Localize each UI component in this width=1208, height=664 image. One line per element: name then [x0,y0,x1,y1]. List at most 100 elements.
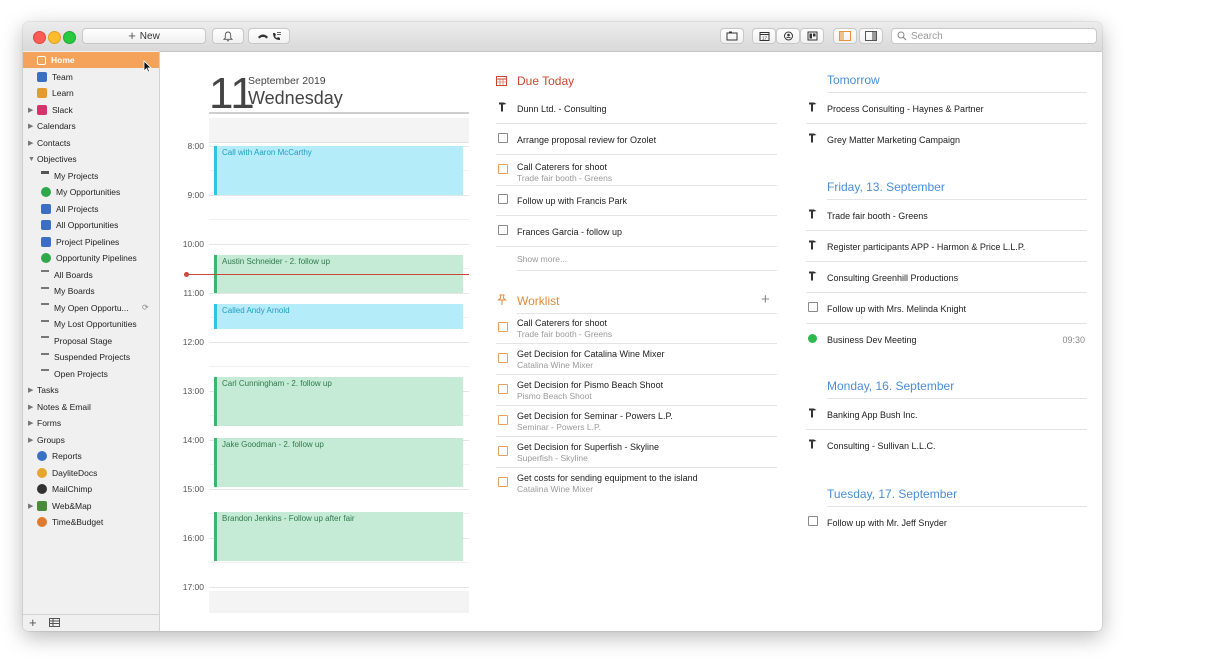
sidebar-item-objectives[interactable]: ▼ Objectives [23,151,159,167]
notifications-button[interactable] [212,28,244,44]
objectives-view-button[interactable] [800,28,824,44]
sidebar-item-home[interactable]: Home [23,52,159,68]
task-checkbox[interactable] [498,477,508,487]
disclosure-closed-icon[interactable]: ▶ [28,106,33,114]
task-checkbox[interactable] [498,194,508,204]
task-checkbox[interactable] [808,302,818,312]
sidebar-item-contacts[interactable]: ▶ Contacts [23,135,159,151]
sidebar-item-forms[interactable]: ▶ Forms [23,415,159,431]
task-checkbox[interactable] [498,133,508,143]
upcoming-item-row[interactable]: Follow up with Mr. Jeff Snyder [806,507,1087,538]
worklist-task-row[interactable]: Call Caterers for shoot Trade fair booth … [496,313,777,344]
zoom-window-button[interactable] [63,31,76,44]
upcoming-item-row[interactable]: Consulting Greenhill Productions [806,262,1087,293]
sidebar-item-learn[interactable]: Learn [23,85,159,101]
toggle-inspector-button[interactable] [859,28,883,44]
task-checkbox[interactable] [498,225,508,235]
search-field[interactable]: Search [891,28,1097,44]
upcoming-item-row[interactable]: Banking App Bush Inc. [806,399,1087,430]
table-view-icon[interactable] [49,618,60,627]
sidebar-item-reports[interactable]: Reports [23,448,159,464]
show-more-link[interactable]: Show more... [517,254,567,264]
due-task-row[interactable]: Follow up with Francis Park [496,185,777,216]
call-event[interactable]: Call with Aaron McCarthy [214,146,463,195]
calendar-view-button[interactable]: 17 [752,28,776,44]
meeting-event[interactable]: Brandon Jenkins - Follow up after fair [214,512,463,561]
call-event[interactable]: Called Andy Arnold [214,304,463,329]
sidebar-item-label: Web&Map [52,500,92,511]
due-today-bottom-divider [517,270,777,271]
upcoming-item-row[interactable]: Grey Matter Marketing Campaign [806,124,1087,155]
item-title: Follow up with Mr. Jeff Snyder [827,518,947,528]
sidebar-item-all-boards[interactable]: All Boards [23,267,159,283]
sidebar-item-opportunity-pipelines[interactable]: Opportunity Pipelines [23,250,159,266]
worklist-add-button[interactable]: + [761,291,770,308]
contacts-view-button[interactable] [776,28,800,44]
sidebar-item-project-pipelines[interactable]: Project Pipelines [23,234,159,250]
task-checkbox[interactable] [498,415,508,425]
task-checkbox[interactable] [498,353,508,363]
sidebar-item-daylitedocs[interactable]: DayliteDocs [23,465,159,481]
sidebar-item-slack[interactable]: ▶ Slack [23,102,159,118]
meeting-event[interactable]: Jake Goodman - 2. follow up [214,438,463,487]
upcoming-item-row[interactable]: Business Dev Meeting 09:30 [806,324,1087,355]
due-task-row[interactable]: Call Caterers for shoot Trade fair booth … [496,155,777,186]
phone-button[interactable] [248,28,290,44]
disclosure-closed-icon[interactable]: ▶ [28,419,33,427]
disclosure-closed-icon[interactable]: ▶ [28,436,33,444]
sidebar-item-notes-email[interactable]: ▶ Notes & Email [23,399,159,415]
toolbar-action-button[interactable] [720,28,744,44]
sidebar-item-label: All Projects [56,203,99,214]
due-task-row[interactable]: Dunn Ltd. - Consulting [496,93,777,124]
task-checkbox[interactable] [498,446,508,456]
worklist-task-row[interactable]: Get Decision for Seminar - Powers L.P. Se… [496,406,777,437]
sidebar-item-groups[interactable]: ▶ Groups [23,432,159,448]
worklist-task-row[interactable]: Get Decision for Pismo Beach Shoot Pismo … [496,375,777,406]
sidebar-item-time-budget[interactable]: Time&Budget [23,514,159,530]
task-checkbox[interactable] [498,384,508,394]
sidebar-item-suspended-projects[interactable]: Suspended Projects [23,349,159,365]
upcoming-item-row[interactable]: Consulting - Sullivan L.L.C. [806,430,1087,461]
add-list-button[interactable]: + [29,615,37,630]
disclosure-closed-icon[interactable]: ▶ [28,122,33,130]
disclosure-open-icon[interactable]: ▼ [28,156,35,163]
sidebar-item-all-projects[interactable]: All Projects [23,201,159,217]
close-window-button[interactable] [33,31,46,44]
worklist-task-row[interactable]: Get Decision for Catalina Wine Mixer Cata… [496,344,777,375]
minimize-window-button[interactable] [48,31,61,44]
upcoming-item-row[interactable]: Process Consulting - Haynes & Partner [806,93,1087,124]
sidebar-item-mailchimp[interactable]: MailChimp [23,481,159,497]
task-checkbox[interactable] [808,516,818,526]
sidebar-item-my-boards[interactable]: My Boards [23,283,159,299]
disclosure-closed-icon[interactable]: ▶ [28,403,33,411]
sidebar-item-my-open-opportu[interactable]: My Open Opportu... ⟳ [23,300,159,316]
disclosure-closed-icon[interactable]: ▶ [28,502,33,510]
task-checkbox[interactable] [498,164,508,174]
sidebar-item-calendars[interactable]: ▶ Calendars [23,118,159,134]
sidebar-left-icon [839,31,851,41]
due-task-row[interactable]: Frances Garcia - follow up [496,216,777,247]
sidebar-item-open-projects[interactable]: Open Projects [23,366,159,382]
sidebar-item-my-projects[interactable]: My Projects [23,168,159,184]
toggle-sidebar-button[interactable] [833,28,857,44]
upcoming-item-row[interactable]: Trade fair booth - Greens [806,200,1087,231]
sidebar-item-my-opportunities[interactable]: My Opportunities [23,184,159,200]
sidebar-item-proposal-stage[interactable]: Proposal Stage [23,333,159,349]
task-title: Get Decision for Pismo Beach Shoot [517,380,664,390]
sidebar-item-all-opportunities[interactable]: All Opportunities [23,217,159,233]
sidebar-item-my-lost-opportunities[interactable]: My Lost Opportunities [23,316,159,332]
upcoming-item-row[interactable]: Follow up with Mrs. Melinda Knight [806,293,1087,324]
disclosure-closed-icon[interactable]: ▶ [28,386,33,394]
sidebar-item-tasks[interactable]: ▶ Tasks [23,382,159,398]
worklist-task-row[interactable]: Get costs for sending equipment to the i… [496,468,777,499]
worklist-task-row[interactable]: Get Decision for Superfish - Skyline Supe… [496,437,777,468]
meeting-event[interactable]: Carl Cunningham - 2. follow up [214,377,463,426]
disclosure-closed-icon[interactable]: ▶ [28,139,33,147]
task-title: Call Caterers for shoot [517,318,608,328]
task-checkbox[interactable] [498,322,508,332]
sidebar-item-team[interactable]: Team [23,69,159,85]
upcoming-item-row[interactable]: Register participants APP - Harmon & Pri… [806,231,1087,262]
due-task-row[interactable]: Arrange proposal review for Ozolet [496,124,777,155]
new-button[interactable]: + New [82,28,206,44]
sidebar-item-web-map[interactable]: ▶ Web&Map [23,498,159,514]
